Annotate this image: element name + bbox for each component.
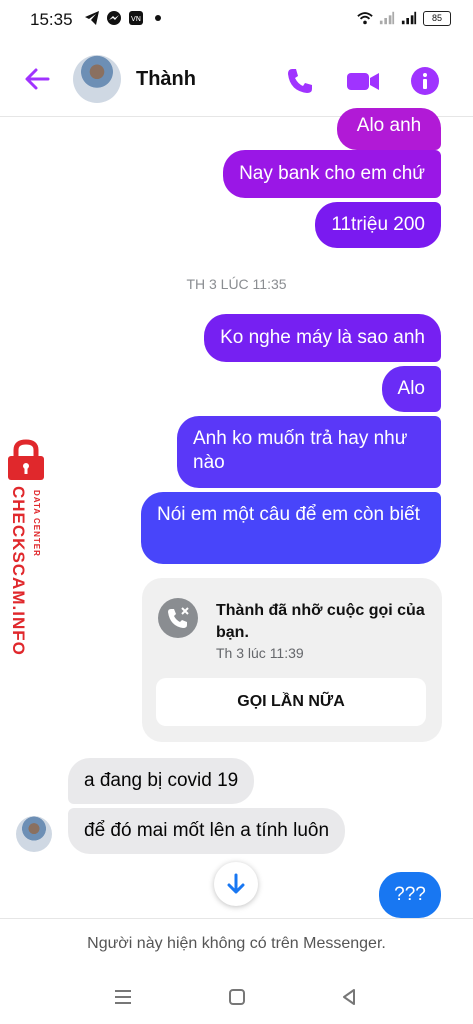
call-again-button[interactable]: GỌI LẦN NỮA xyxy=(156,678,426,726)
missed-call-card: Thành đã nhỡ cuộc gọi của bạn. Th 3 lúc … xyxy=(142,578,442,742)
message-outgoing[interactable]: Nói em một câu để em còn biết xyxy=(141,492,441,564)
message-outgoing[interactable]: Alo xyxy=(381,366,441,412)
signal-icon xyxy=(379,10,395,26)
message-outgoing[interactable]: 11triệu 200 xyxy=(315,202,441,248)
back-arrow-icon[interactable] xyxy=(20,62,54,96)
telegram-icon xyxy=(84,10,100,26)
video-camera-icon[interactable] xyxy=(346,66,379,96)
call-time: Th 3 lúc 11:39 xyxy=(216,645,304,661)
status-time: 15:35 xyxy=(30,10,73,29)
message-outgoing[interactable]: Ko nghe máy là sao anh xyxy=(204,314,441,362)
timestamp: TH 3 LÚC 11:35 xyxy=(186,276,287,292)
message-incoming[interactable]: để đó mai mốt lên a tính luôn xyxy=(68,808,346,854)
status-icons-right: 85 xyxy=(357,10,451,26)
wifi-icon xyxy=(357,10,373,26)
watermark-subtitle: DATA CENTER xyxy=(32,490,41,557)
conversation-header: Thành xyxy=(0,44,473,117)
avatar[interactable] xyxy=(73,55,121,103)
watermark: CHECKSCAM.INFO DATA CENTER xyxy=(2,438,52,668)
status-bar: 15:35 VN 85 xyxy=(0,0,473,40)
unavailable-notice: Người này hiện không có trên Messenger. xyxy=(0,918,473,971)
avatar[interactable] xyxy=(16,816,52,852)
info-icon[interactable] xyxy=(410,66,440,96)
call-title: Thành đã nhỡ cuộc gọi của bạn. xyxy=(216,602,425,641)
signal-icon xyxy=(401,10,417,26)
message-incoming[interactable]: a đang bị covid 19 xyxy=(68,758,255,804)
lock-icon xyxy=(8,439,44,480)
messenger-icon xyxy=(106,10,122,26)
message-outgoing[interactable]: ??? xyxy=(379,872,441,918)
message-outgoing[interactable]: Nay bank cho em chứ xyxy=(223,150,441,198)
watermark-brand: CHECKSCAM.INFO xyxy=(9,486,28,656)
contact-name[interactable]: Thành xyxy=(136,68,196,91)
system-nav-bar xyxy=(0,972,473,1024)
home-icon[interactable] xyxy=(224,984,250,1010)
dot-icon xyxy=(150,10,166,26)
menu-icon[interactable] xyxy=(110,984,136,1010)
status-icons-left: VN xyxy=(84,10,166,26)
back-icon[interactable] xyxy=(336,984,362,1010)
message-outgoing[interactable]: Alo anh xyxy=(337,108,441,150)
svg-text:VN: VN xyxy=(131,15,141,23)
message-list[interactable]: Alo anh Nay bank cho em chứ 11triệu 200 … xyxy=(0,108,473,918)
vn-app-icon: VN xyxy=(128,10,144,26)
battery-indicator: 85 xyxy=(423,10,451,26)
message-outgoing[interactable]: Anh ko muốn trả hay như nào xyxy=(177,416,441,488)
missed-call-icon xyxy=(158,598,198,638)
scroll-down-button[interactable] xyxy=(214,862,258,906)
phone-icon[interactable] xyxy=(285,66,315,96)
